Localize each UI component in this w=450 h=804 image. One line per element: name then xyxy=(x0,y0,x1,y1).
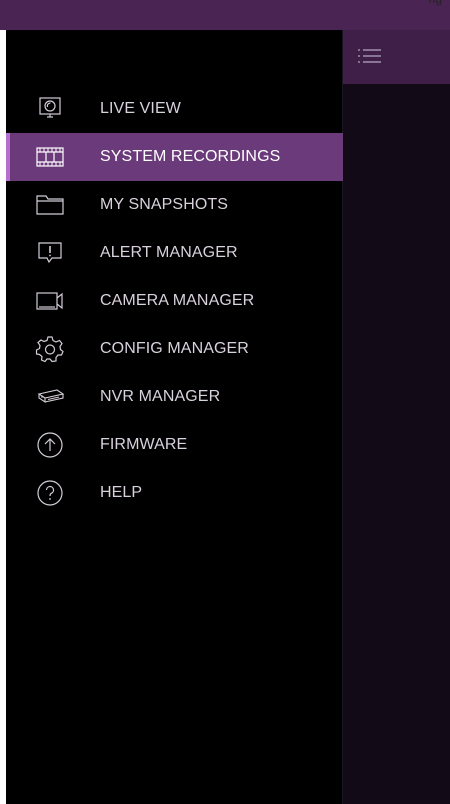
menu-item-help[interactable]: HELP xyxy=(6,469,343,517)
menu-toggle-icon[interactable] xyxy=(357,48,383,68)
nvr-device-icon xyxy=(34,383,66,411)
status-bar: ng xyxy=(0,0,450,30)
menu-item-nvr-manager[interactable]: NVR MANAGER xyxy=(6,373,343,421)
content-header xyxy=(343,30,450,84)
help-icon xyxy=(34,479,66,507)
status-strip: ng xyxy=(0,0,450,8)
alert-message-icon xyxy=(34,239,66,267)
menu-item-camera-manager[interactable]: CAMERA MANAGER xyxy=(6,277,343,325)
menu-item-label: ALERT MANAGER xyxy=(100,244,238,261)
menu-item-label: CAMERA MANAGER xyxy=(100,292,255,309)
menu-item-live-view[interactable]: LIVE VIEW xyxy=(6,85,343,133)
menu-item-label: SYSTEM RECORDINGS xyxy=(100,148,281,165)
menu-item-label: LIVE VIEW xyxy=(100,100,181,117)
gear-icon xyxy=(34,335,66,363)
film-strip-icon xyxy=(34,143,66,171)
menu-item-alert-manager[interactable]: ALERT MANAGER xyxy=(6,229,343,277)
upload-arrow-icon xyxy=(34,431,66,459)
content-panel xyxy=(343,30,450,804)
monitor-icon xyxy=(34,95,66,123)
app-screen: LIVE VIEW SYSTEM RECORDINGS MY SNAPSHOTS… xyxy=(6,30,450,804)
menu-item-config-manager[interactable]: CONFIG MANAGER xyxy=(6,325,343,373)
menu-item-label: HELP xyxy=(100,484,143,501)
navigation-drawer: LIVE VIEW SYSTEM RECORDINGS MY SNAPSHOTS… xyxy=(6,30,343,804)
menu-item-label: FIRMWARE xyxy=(100,436,188,453)
menu-item-label: MY SNAPSHOTS xyxy=(100,196,229,213)
menu-item-label: NVR MANAGER xyxy=(100,388,221,405)
status-partial-text: ng xyxy=(429,0,442,6)
menu-item-firmware[interactable]: FIRMWARE xyxy=(6,421,343,469)
video-camera-icon xyxy=(34,287,66,315)
menu-item-my-snapshots[interactable]: MY SNAPSHOTS xyxy=(6,181,343,229)
drawer-menu: LIVE VIEW SYSTEM RECORDINGS MY SNAPSHOTS… xyxy=(6,85,343,517)
menu-item-label: CONFIG MANAGER xyxy=(100,340,249,357)
folder-icon xyxy=(34,191,66,219)
menu-item-system-recordings[interactable]: SYSTEM RECORDINGS xyxy=(6,133,343,181)
